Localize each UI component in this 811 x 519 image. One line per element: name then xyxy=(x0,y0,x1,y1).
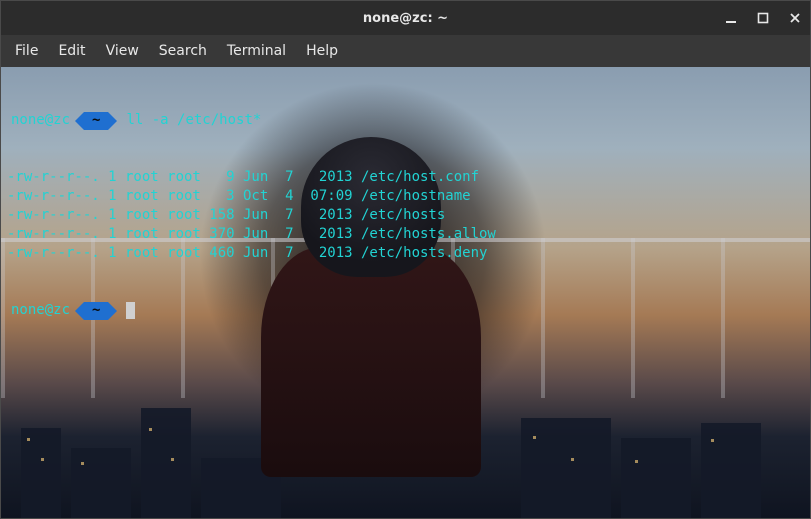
maximize-button[interactable] xyxy=(754,9,772,27)
title-bar: none@zc: ~ xyxy=(1,1,810,35)
listing-row: -rw-r--r--. 1 root root 158 Jun 7 2013 /… xyxy=(7,206,804,225)
listing-row: -rw-r--r--. 1 root root 460 Jun 7 2013 /… xyxy=(7,244,804,263)
listing-output: -rw-r--r--. 1 root root 9 Jun 7 2013 /et… xyxy=(7,168,804,263)
menu-file[interactable]: File xyxy=(7,39,46,63)
terminal-text[interactable]: none@zc ~ ll -a /etc/host* -rw-r--r--. 1… xyxy=(1,67,810,518)
menu-terminal[interactable]: Terminal xyxy=(219,39,294,63)
menu-bar: File Edit View Search Terminal Help xyxy=(1,35,810,67)
window-title: none@zc: ~ xyxy=(363,11,448,26)
prompt-line-2: none@zc ~ xyxy=(7,301,804,320)
prompt-line-1: none@zc ~ ll -a /etc/host* xyxy=(7,111,804,130)
menu-view[interactable]: View xyxy=(98,39,147,63)
listing-row: -rw-r--r--. 1 root root 9 Jun 7 2013 /et… xyxy=(7,168,804,187)
minimize-button[interactable] xyxy=(722,9,740,27)
menu-help[interactable]: Help xyxy=(298,39,346,63)
terminal-window: none@zc: ~ File Edit View Search Termina… xyxy=(0,0,811,519)
cursor xyxy=(126,302,135,319)
menu-edit[interactable]: Edit xyxy=(50,39,93,63)
close-button[interactable] xyxy=(786,9,804,27)
window-controls xyxy=(722,1,804,35)
listing-row: -rw-r--r--. 1 root root 3 Oct 4 07:09 /e… xyxy=(7,187,804,206)
menu-search[interactable]: Search xyxy=(151,39,215,63)
prompt-user-host: none@zc xyxy=(7,301,74,320)
prompt-user-host: none@zc xyxy=(7,111,74,130)
listing-row: -rw-r--r--. 1 root root 370 Jun 7 2013 /… xyxy=(7,225,804,244)
terminal-viewport[interactable]: none@zc ~ ll -a /etc/host* -rw-r--r--. 1… xyxy=(1,67,810,518)
prompt-dir-segment: ~ xyxy=(84,302,108,320)
prompt-dir-segment: ~ xyxy=(84,112,108,130)
entered-command: ll -a /etc/host* xyxy=(126,111,261,130)
